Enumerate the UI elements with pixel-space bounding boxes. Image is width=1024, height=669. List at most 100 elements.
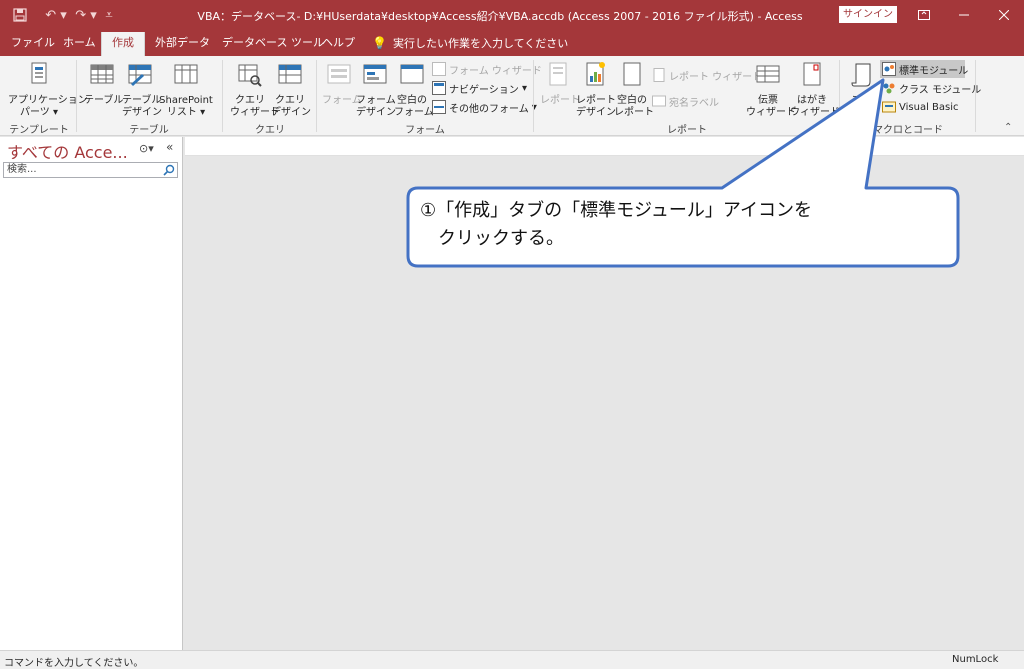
application-parts-button[interactable]: アプリケーション パーツ ▾: [8, 62, 88, 119]
window-title: VBA：データベース- D:¥HUserdata¥desktop¥Access紹…: [197, 10, 803, 23]
standard-module-button[interactable]: 標準モジュール: [880, 60, 968, 78]
more-forms-icon: [432, 100, 446, 114]
group-label-reports: レポート: [667, 125, 707, 136]
lightbulb-icon: 💡: [372, 36, 387, 50]
sharepoint-list-button[interactable]: SharePoint リスト ▾: [158, 62, 214, 119]
group-separator: [222, 60, 223, 132]
maximize-icon[interactable]: [945, 0, 985, 30]
form-icon: [327, 64, 351, 84]
report-design-label2: デザイン: [576, 107, 616, 118]
group-separator: [76, 60, 77, 132]
report-design-icon: [586, 62, 605, 86]
table-design-label2: デザイン: [122, 107, 162, 118]
slip-wizard-button[interactable]: 伝票 ウィザード: [746, 62, 796, 119]
nav-pane-title[interactable]: すべての Acce...: [7, 139, 128, 163]
nav-search-placeholder: 検索...: [7, 164, 37, 175]
form-label: フォーム: [322, 95, 362, 106]
report-label: レポート: [540, 95, 580, 106]
group-separator: [533, 60, 534, 132]
callout-line-1: ①「作成」タブの「標準モジュール」アイコンを: [420, 200, 812, 221]
tab-create[interactable]: 作成: [101, 32, 145, 56]
blank-report-label2: レポート: [614, 107, 654, 118]
ribbon: アプリケーション パーツ ▾ テンプレート テーブル テーブル デザイン Sha…: [0, 56, 1024, 136]
group-separator: [316, 60, 317, 132]
callout-text: ①「作成」タブの「標準モジュール」アイコンを クリックする。: [420, 197, 950, 253]
class-module-icon: [883, 83, 895, 94]
labels-button[interactable]: 宛名ラベル: [652, 92, 719, 110]
labels-icon: [652, 95, 666, 107]
tab-file[interactable]: ファイル: [11, 30, 55, 56]
application-parts-icon: [31, 62, 47, 84]
blank-form-button[interactable]: 空白の フォーム: [394, 62, 434, 119]
postcard-wizard-icon: [803, 62, 821, 86]
table-icon: [90, 64, 114, 84]
redo-icon[interactable]: ↷ ▾: [72, 7, 100, 23]
group-label-queries: クエリ: [255, 125, 285, 136]
macro-label: マク: [852, 95, 872, 106]
postcard-wizard-button[interactable]: はがき ウィザード: [790, 62, 840, 119]
class-module-button[interactable]: クラス モジュール: [882, 79, 981, 97]
save-icon[interactable]: [12, 7, 28, 23]
module-icon: [882, 62, 896, 76]
customize-icon[interactable]: ⩡: [102, 7, 116, 23]
more-forms-button[interactable]: その他のフォーム ▾: [432, 98, 537, 116]
blank-report-icon: [623, 62, 641, 86]
postcard-wizard-label2: ウィザード: [790, 107, 840, 118]
table-label: テーブル: [84, 95, 124, 106]
slip-wizard-label2: ウィザード: [746, 107, 796, 118]
tab-home[interactable]: ホーム: [63, 30, 96, 56]
postcard-wizard-label: はがき: [797, 95, 827, 106]
signin-button[interactable]: サインイン: [839, 6, 897, 23]
tab-database-tools[interactable]: データベース ツール: [222, 30, 324, 56]
blank-report-button[interactable]: 空白の レポート: [614, 62, 654, 119]
nav-menu-icon[interactable]: ⊙▾: [139, 142, 154, 155]
report-design-button[interactable]: レポート デザイン: [576, 62, 616, 119]
report-design-label: レポート: [576, 95, 616, 106]
tell-me-box[interactable]: 💡 実行したい作業を入力してください: [372, 30, 568, 56]
shutter-bar-close-icon[interactable]: «: [166, 140, 173, 154]
slip-wizard-label: 伝票: [758, 95, 778, 106]
navigation-button[interactable]: ナビゲーション ▾: [432, 79, 527, 97]
macro-button[interactable]: マク: [846, 62, 878, 107]
macro-scroll-icon: [851, 63, 871, 87]
report-button[interactable]: レポート: [540, 62, 580, 107]
form-wizard-button[interactable]: フォーム ウィザード: [432, 60, 542, 78]
document-tab-strip: [185, 137, 1024, 156]
undo-icon[interactable]: ↶ ▾: [42, 7, 70, 23]
query-design-button[interactable]: クエリ デザイン: [271, 62, 311, 119]
table-design-icon: [128, 64, 152, 86]
form-design-button[interactable]: フォーム デザイン: [356, 62, 396, 119]
ribbon-tab-row: ファイル ホーム 作成 外部データ データベース ツール ヘルプ 💡 実行したい作…: [0, 30, 1024, 56]
visual-basic-button[interactable]: Visual Basic: [882, 98, 959, 116]
form-design-label2: デザイン: [356, 107, 396, 118]
form-design-label: フォーム: [356, 95, 396, 106]
query-design-label2: デザイン: [271, 107, 311, 118]
group-separator: [839, 60, 840, 132]
table-design-button[interactable]: テーブル デザイン: [122, 62, 162, 119]
form-button[interactable]: フォーム: [322, 62, 362, 107]
ribbon-display-icon[interactable]: [904, 0, 944, 30]
query-wizard-button[interactable]: クエリ ウィザード: [230, 62, 280, 119]
title-bar: ↶ ▾ ↷ ▾ ⩡ VBA：データベース- D:¥HUserdata¥deskt…: [0, 0, 1024, 30]
status-bar: コマンドを入力してください。 NumLock: [0, 650, 1024, 669]
query-wizard-label2: ウィザード: [230, 107, 280, 118]
group-label-tables: テーブル: [129, 125, 169, 136]
numlock-indicator: NumLock: [952, 654, 999, 665]
tab-help[interactable]: ヘルプ: [322, 30, 355, 56]
tell-me-text: 実行したい作業を入力してください: [392, 37, 569, 50]
close-icon[interactable]: [984, 0, 1024, 30]
group-label-forms: フォーム: [405, 125, 445, 136]
sharepoint-label2: リスト ▾: [166, 107, 206, 118]
tab-external-data[interactable]: 外部データ: [155, 30, 210, 56]
group-label-macros: マクロとコード: [873, 125, 943, 136]
sharepoint-label: SharePoint: [159, 95, 213, 106]
nav-search-input[interactable]: 検索...: [3, 162, 178, 178]
collapse-ribbon-icon[interactable]: ⌃: [1004, 122, 1012, 133]
table-design-label: テーブル: [122, 95, 162, 106]
group-separator: [975, 60, 976, 132]
application-parts-label2: パーツ ▾: [19, 107, 58, 118]
table-button[interactable]: テーブル: [84, 62, 124, 107]
report-icon: [549, 62, 567, 86]
application-parts-label: アプリケーション: [8, 95, 88, 106]
query-wizard-label: クエリ: [235, 95, 265, 106]
